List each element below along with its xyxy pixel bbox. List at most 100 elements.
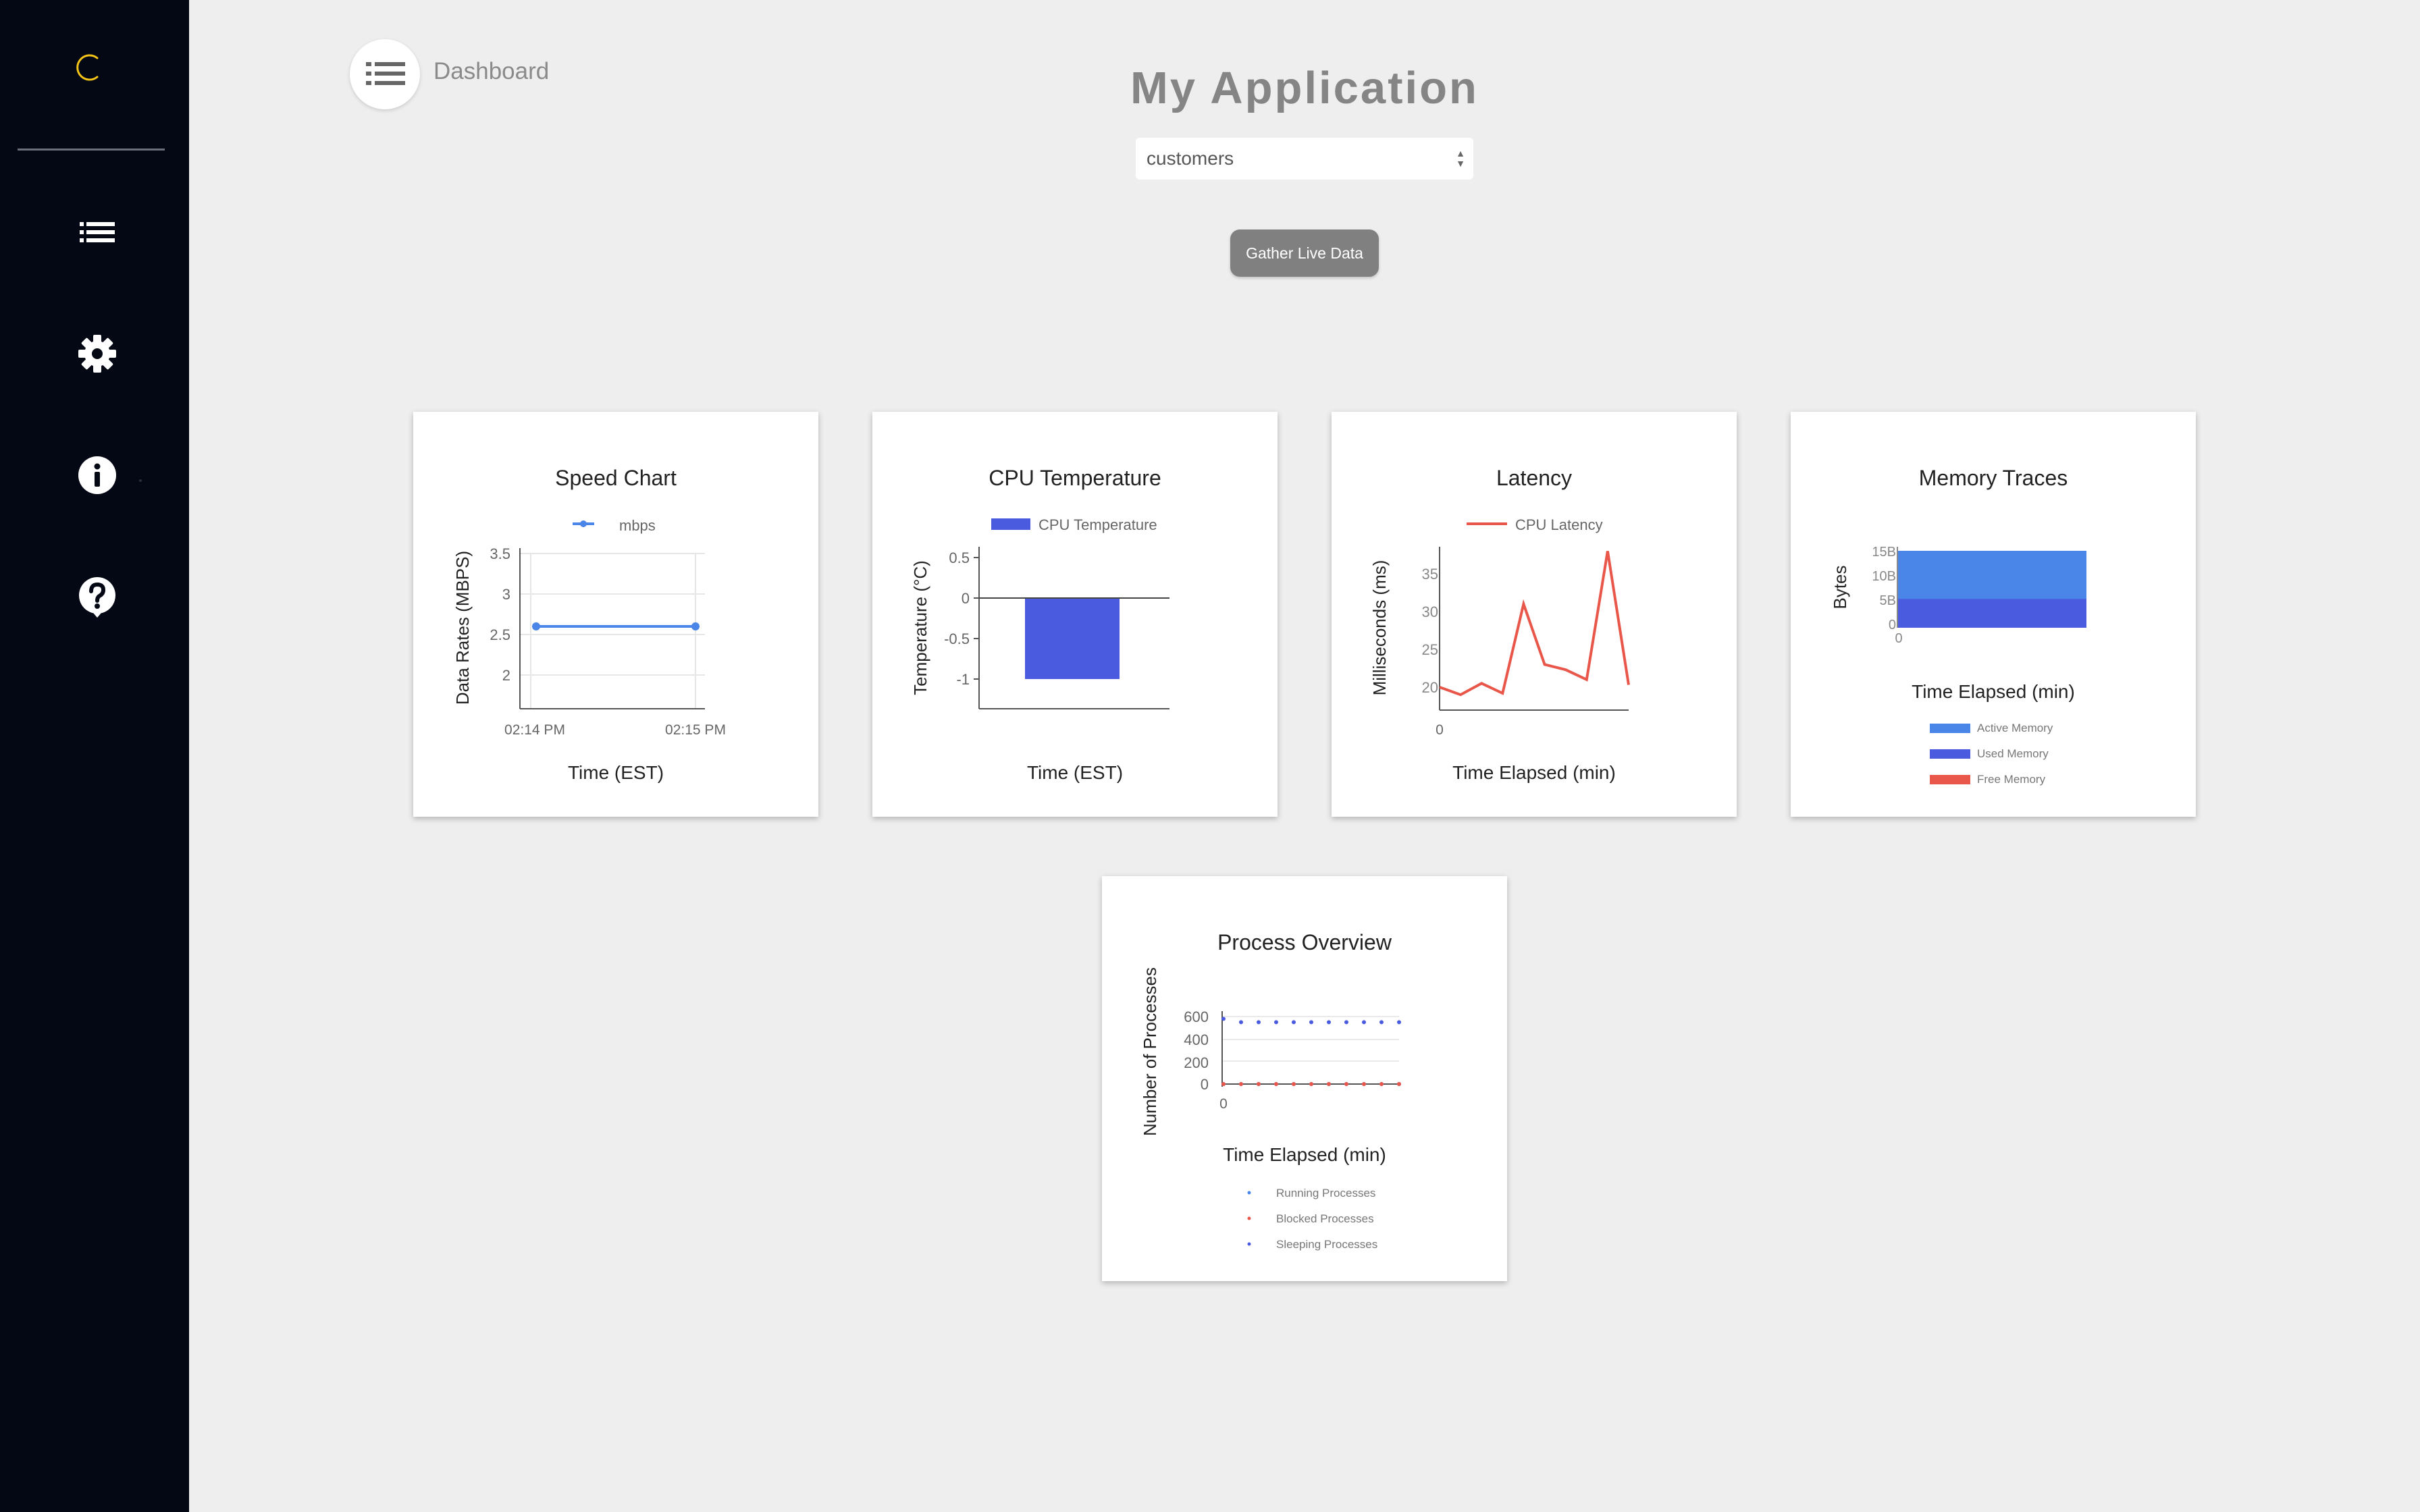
y-tick: 3 [502,586,510,603]
bar-cpu-temperature[interactable] [1025,598,1120,679]
x-tick: 02:15 PM [665,722,726,738]
x-tick: 0 [1436,722,1444,738]
data-point[interactable] [1327,1020,1331,1025]
y-axis-label: Milliseconds (ms) [1369,560,1390,696]
data-point[interactable] [1344,1020,1348,1025]
latency-chart: CPU Latency 35 30 25 20 0 Milliseconds (… [1369,516,1630,783]
data-point[interactable] [1397,1020,1401,1025]
data-point[interactable] [691,622,700,630]
y-tick: 10B [1872,569,1896,584]
list-icon[interactable] [76,211,119,254]
y-tick: 20 [1422,679,1438,696]
arrow-down-icon: ▼ [1456,158,1465,169]
data-point[interactable] [1309,1020,1313,1025]
data-point[interactable] [1362,1082,1366,1086]
app-select[interactable]: customers ▲ ▼ [1136,138,1473,180]
data-point[interactable] [1292,1082,1296,1086]
list-icon [366,62,405,85]
legend-swatch [1930,724,1970,733]
speed-chart: mbps 3.5 3 2.5 2 02:14 PM 02:15 PM Data … [452,517,726,783]
legend-label: Blocked Processes [1276,1212,1374,1225]
process-overview-chart: 600 400 200 0 0 Number of Processes Time… [1140,967,1401,1251]
data-point[interactable] [1239,1020,1243,1025]
memory-traces-chart: 15B 10B 5B 0 0 Bytes Time Elapsed (min) … [1830,545,2086,786]
legend-label: CPU Latency [1515,516,1603,533]
legend-marker [1247,1216,1251,1220]
x-axis-label: Time Elapsed (min) [1223,1144,1386,1165]
y-tick: 2 [502,667,510,684]
legend-label: CPU Temperature [1038,516,1157,533]
arrow-up-icon: ▲ [1456,148,1465,159]
process-overview-card: Process Overview 600 400 200 0 0 Number … [1102,876,1507,1281]
y-tick: 3.5 [490,545,510,562]
latency-card: Latency CPU Latency 35 30 25 20 0 Millis… [1332,412,1737,817]
legend-marker [1247,1191,1251,1195]
y-tick: -1 [956,671,970,688]
legend-label: Running Processes [1276,1187,1375,1199]
y-tick: 200 [1184,1054,1209,1071]
menu-button[interactable] [350,39,420,109]
data-point[interactable] [1274,1020,1278,1025]
y-axis-label: Bytes [1830,565,1850,609]
data-point[interactable] [1221,1017,1226,1021]
x-axis-label: Time Elapsed (min) [1452,762,1616,783]
data-point[interactable] [1362,1020,1366,1025]
y-tick: 35 [1422,566,1438,583]
legend-label: Sleeping Processes [1276,1238,1377,1251]
x-axis-label: Time (EST) [1027,762,1123,783]
legend-marker [1247,1242,1251,1246]
data-point[interactable] [1344,1082,1348,1086]
legend-label: Active Memory [1977,722,2053,734]
data-point[interactable] [1221,1082,1226,1086]
y-tick: 5B [1880,593,1896,608]
y-tick: -0.5 [944,630,970,647]
legend-swatch [1930,749,1970,759]
breadcrumb[interactable]: Dashboard [433,58,549,85]
series-line-cpu-latency[interactable] [1439,551,1630,697]
gather-live-data-button[interactable]: Gather Live Data [1230,230,1379,277]
speed-chart-card: Speed Chart mbps 3.5 3 2.5 2 02:14 PM 02… [413,412,818,817]
gear-icon[interactable] [76,332,119,375]
x-tick: 0 [1219,1096,1228,1112]
legend-label: Used Memory [1977,747,2049,760]
data-point[interactable] [1379,1020,1384,1025]
info-icon[interactable] [76,454,119,497]
data-point[interactable] [1397,1082,1401,1086]
select-value: customers [1147,148,1234,169]
legend-label: Free Memory [1977,773,2046,786]
y-tick: 0.5 [949,549,970,566]
y-tick: 30 [1422,603,1438,620]
legend-swatch [991,518,1030,530]
help-icon[interactable] [76,575,119,618]
x-tick: 0 [1895,631,1902,646]
sidebar-divider [18,148,165,151]
data-point[interactable] [1257,1082,1261,1086]
data-point[interactable] [1292,1020,1296,1025]
process-points [1221,1017,1401,1086]
y-tick: 25 [1422,641,1438,658]
data-point[interactable] [1379,1082,1384,1086]
data-point[interactable] [1274,1082,1278,1086]
data-point[interactable] [1309,1082,1313,1086]
y-tick: 0 [1889,618,1896,632]
page-title: My Application [1130,63,1479,113]
data-point[interactable] [1239,1082,1243,1086]
legend-label: mbps [619,517,656,534]
legend-marker [580,520,587,527]
y-tick: 2.5 [490,626,510,643]
y-axis-label: Temperature (°C) [910,560,930,695]
area-used-memory[interactable] [1897,599,2086,628]
y-tick: 0 [1201,1076,1209,1093]
sidebar [0,0,189,1512]
cpu-temperature-chart: CPU Temperature 0.5 0 -0.5 -1 Temperatur… [910,516,1169,783]
y-axis-label: Data Rates (MBPS) [452,551,473,705]
app-logo[interactable] [70,49,108,86]
x-axis-label: Time (EST) [568,762,664,783]
cpu-temperature-card: CPU Temperature CPU Temperature 0.5 0 -0… [872,412,1278,817]
data-point[interactable] [1327,1082,1331,1086]
data-point[interactable] [1257,1020,1261,1025]
y-tick: 400 [1184,1031,1209,1048]
x-tick: 02:14 PM [504,722,565,738]
data-point[interactable] [532,622,540,630]
memory-traces-card: Memory Traces 15B 10B 5B 0 0 Bytes Time … [1791,412,2196,817]
